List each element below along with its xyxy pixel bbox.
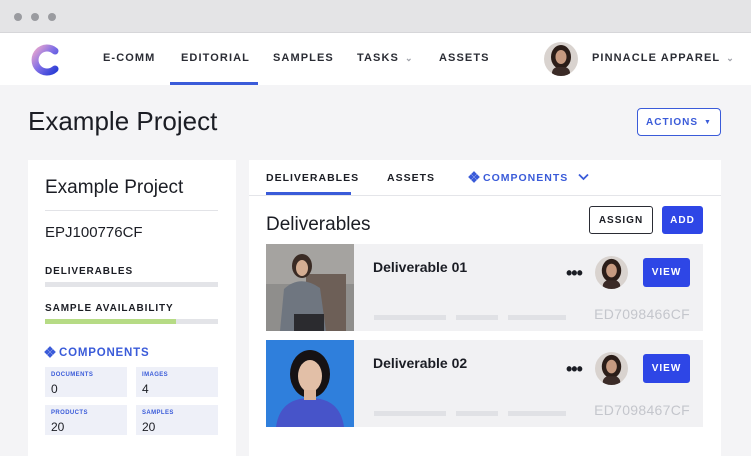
assignee-avatar[interactable] xyxy=(595,352,628,385)
actions-dropdown-button[interactable]: ACTIONS ▼ xyxy=(637,108,721,136)
chevron-down-icon: ⌄ xyxy=(404,53,414,63)
stat-label: SAMPLES xyxy=(142,410,174,416)
chevron-down-icon: ⌄ xyxy=(726,53,735,63)
diamond-cluster-icon xyxy=(468,171,480,183)
nav-item-editorial[interactable]: EDITORIAL xyxy=(181,52,250,64)
assignee-avatar[interactable] xyxy=(595,256,628,289)
sample-availability-fill xyxy=(45,319,177,324)
more-options-icon[interactable]: ••• xyxy=(566,359,583,380)
assignee-avatar-image xyxy=(595,352,628,385)
stat-value: 4 xyxy=(142,382,149,396)
brand-logo-icon[interactable] xyxy=(28,43,62,77)
assign-button[interactable]: ASSIGN xyxy=(589,206,653,234)
placeholder-bar xyxy=(456,315,498,320)
deliverable-thumbnail xyxy=(266,244,354,331)
sample-availability-bar xyxy=(45,319,218,324)
placeholder-bar xyxy=(374,411,446,416)
deliverable-name[interactable]: Deliverable 02 xyxy=(373,355,467,371)
components-link[interactable]: COMPONENTS xyxy=(44,346,150,359)
tab-deliverables[interactable]: DELIVERABLES xyxy=(266,172,359,184)
assignee-avatar-image xyxy=(595,256,628,289)
page-title: Example Project xyxy=(28,106,218,136)
tab-components[interactable]: COMPONENTS xyxy=(468,171,589,184)
stat-images: IMAGES 4 xyxy=(136,367,218,397)
deliverables-panel: DELIVERABLES ASSETS COMPONENTS Deliverab… xyxy=(249,160,721,456)
divider xyxy=(45,210,218,211)
window-close-dot[interactable] xyxy=(14,13,22,21)
deliverable-row[interactable]: Deliverable 02 ••• VIEW ED7098467CF xyxy=(266,340,703,427)
nav-item-assets[interactable]: ASSETS xyxy=(439,52,490,64)
stat-samples: SAMPLES 20 xyxy=(136,405,218,435)
view-button[interactable]: VIEW xyxy=(643,258,690,287)
tabs-divider xyxy=(249,195,721,196)
stat-label: PRODUCTS xyxy=(51,410,88,416)
chevron-down-icon xyxy=(578,173,589,181)
stat-value: 0 xyxy=(51,382,58,396)
components-label: COMPONENTS xyxy=(59,347,150,359)
deliverable-thumbnail-image xyxy=(266,340,354,427)
deliverable-code: ED7098466CF xyxy=(594,306,690,322)
top-navigation: E-COMM EDITORIAL SAMPLES TASKS ⌄ ASSETS P… xyxy=(0,33,751,85)
window-titlebar xyxy=(0,0,751,33)
deliverable-name[interactable]: Deliverable 01 xyxy=(373,259,467,275)
stat-label: IMAGES xyxy=(142,372,169,378)
actions-button-label: ACTIONS xyxy=(646,116,699,128)
project-summary-card: Example Project EPJ100776CF DELIVERABLES… xyxy=(28,160,236,456)
placeholder-bar xyxy=(456,411,498,416)
deliverables-progress-label: DELIVERABLES xyxy=(45,266,134,277)
user-avatar[interactable] xyxy=(544,42,578,76)
active-nav-indicator xyxy=(170,82,258,85)
deliverable-thumbnail-image xyxy=(266,244,354,331)
deliverables-progress-bar xyxy=(45,282,218,287)
app-window: E-COMM EDITORIAL SAMPLES TASKS ⌄ ASSETS P… xyxy=(0,0,751,456)
deliverable-code: ED7098467CF xyxy=(594,402,690,418)
nav-item-tasks[interactable]: TASKS ⌄ xyxy=(357,52,414,64)
organization-name: PINNACLE APPAREL xyxy=(592,52,721,64)
diamond-cluster-icon xyxy=(44,346,56,358)
caret-down-icon: ▼ xyxy=(704,118,712,126)
view-button[interactable]: VIEW xyxy=(643,354,690,383)
stat-products: PRODUCTS 20 xyxy=(45,405,127,435)
sample-availability-label: SAMPLE AVAILABILITY xyxy=(45,303,174,314)
stat-value: 20 xyxy=(51,420,65,434)
stat-label: DOCUMENTS xyxy=(51,372,94,378)
tab-assets[interactable]: ASSETS xyxy=(387,172,435,184)
tab-components-label: COMPONENTS xyxy=(483,172,569,184)
user-avatar-image xyxy=(544,42,578,76)
nav-item-e-comm[interactable]: E-COMM xyxy=(103,52,155,64)
nav-item-samples[interactable]: SAMPLES xyxy=(273,52,334,64)
placeholder-bar xyxy=(508,411,566,416)
deliverable-thumbnail xyxy=(266,340,354,427)
window-minimize-dot[interactable] xyxy=(31,13,39,21)
stat-value: 20 xyxy=(142,420,156,434)
placeholder-bar xyxy=(374,315,446,320)
section-title: Deliverables xyxy=(266,214,371,235)
organization-switcher[interactable]: PINNACLE APPAREL ⌄ xyxy=(592,52,735,64)
add-button[interactable]: ADD xyxy=(662,206,703,234)
placeholder-bar xyxy=(508,315,566,320)
project-code: EPJ100776CF xyxy=(45,224,143,241)
more-options-icon[interactable]: ••• xyxy=(566,263,583,284)
nav-item-tasks-label: TASKS xyxy=(357,52,399,64)
window-maximize-dot[interactable] xyxy=(48,13,56,21)
stat-documents: DOCUMENTS 0 xyxy=(45,367,127,397)
project-name: Example Project xyxy=(45,177,184,198)
deliverable-row[interactable]: Deliverable 01 ••• VIEW ED7098466CF xyxy=(266,244,703,331)
